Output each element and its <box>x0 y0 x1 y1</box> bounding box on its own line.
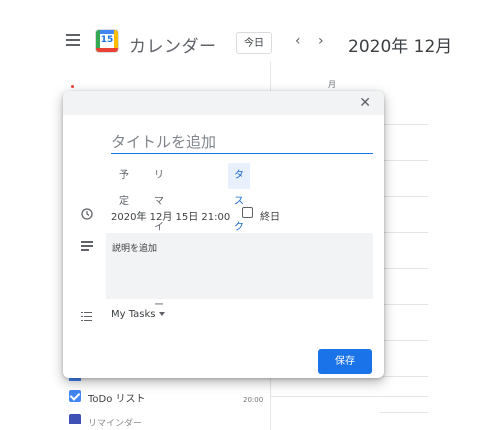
description-icon <box>81 241 93 253</box>
chevron-left-icon[interactable]: ‹ <box>295 33 301 49</box>
calendar-logo[interactable]: 15 <box>96 30 118 52</box>
day-label: 月 <box>328 80 336 89</box>
app-title: カレンダー <box>129 37 217 57</box>
current-date-title: 2020年 12月 <box>348 37 453 57</box>
todo-list-label: ToDo リスト <box>88 394 146 405</box>
tab-event[interactable]: 予定 <box>119 163 129 207</box>
save-button[interactable]: 保存 <box>318 349 372 374</box>
create-task-dialog: ✕ 予定 リマインダー タスク 2020年 12月 15日 21:00 終日 説… <box>63 91 384 378</box>
today-button[interactable]: 今日 <box>236 32 272 54</box>
todo-checkbox[interactable] <box>69 390 81 402</box>
title-input[interactable] <box>111 131 373 154</box>
description-field[interactable]: 説明を追加 <box>106 233 373 299</box>
current-time-dot <box>71 85 74 88</box>
reminder-checkbox[interactable] <box>69 414 81 424</box>
reminder-label: リマインダー <box>88 419 143 426</box>
all-day-label: 終日 <box>260 212 280 223</box>
dialog-drag-handle[interactable] <box>63 91 384 115</box>
clock-icon <box>81 208 93 220</box>
logo-number: 15 <box>100 35 114 45</box>
tab-task[interactable]: タスク <box>228 163 250 233</box>
task-list-icon <box>81 311 93 323</box>
chevron-right-icon[interactable]: › <box>318 33 324 49</box>
time-label: 20:00 <box>243 396 264 404</box>
description-placeholder: 説明を追加 <box>112 244 158 254</box>
date-time-field[interactable]: 2020年 12月 15日 21:00 <box>111 208 230 223</box>
tab-reminder[interactable]: リマインダー <box>154 163 164 311</box>
caret-down-icon[interactable] <box>159 312 165 316</box>
close-icon[interactable]: ✕ <box>359 95 371 111</box>
all-day-checkbox[interactable] <box>242 207 253 218</box>
task-list-select[interactable]: My Tasks <box>111 309 156 320</box>
menu-icon[interactable] <box>66 34 80 46</box>
